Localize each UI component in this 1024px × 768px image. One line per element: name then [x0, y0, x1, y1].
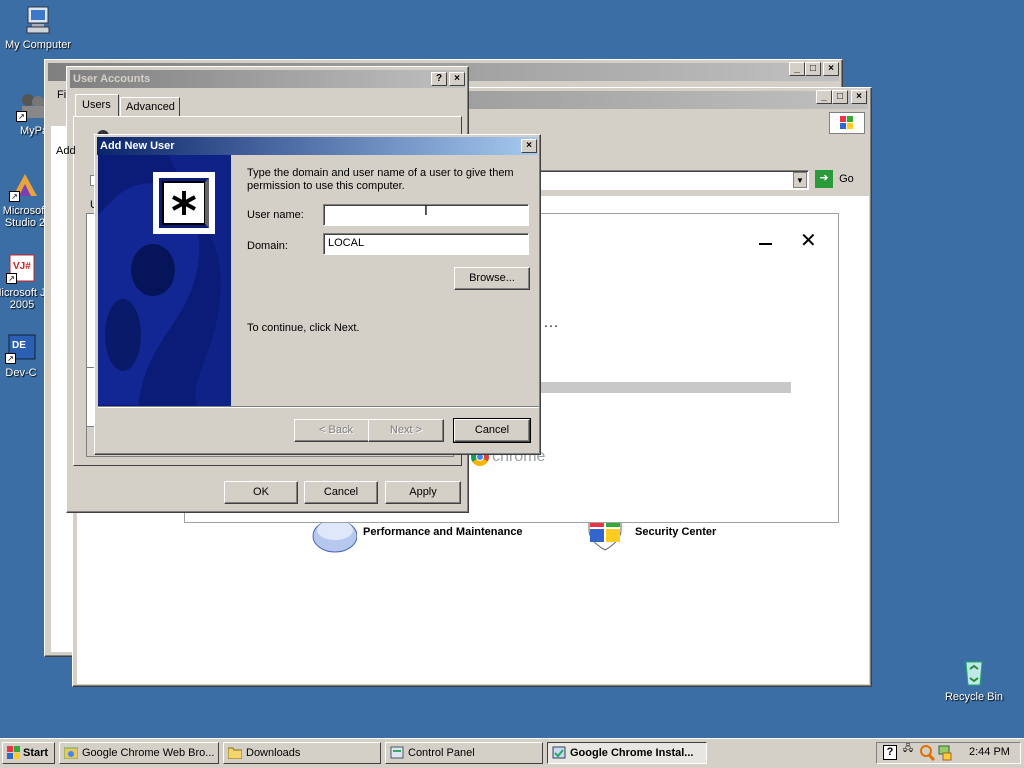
jsharp-icon: VJ# ↗: [6, 252, 38, 284]
desktop-icon-my-computer[interactable]: My Computer: [0, 4, 76, 51]
network-tray-icon[interactable]: 🖧: [903, 744, 913, 753]
user-key-icon: [153, 172, 215, 234]
desktop-icon-label: Recycle Bin: [944, 691, 1004, 703]
maximize-button[interactable]: □: [832, 90, 848, 104]
cancel-button[interactable]: Cancel: [304, 481, 378, 504]
close-icon[interactable]: ✕: [800, 231, 817, 251]
wizard-banner: [98, 155, 231, 406]
close-button[interactable]: ×: [823, 62, 839, 76]
start-button[interactable]: Start: [2, 742, 55, 764]
progress-ellipsis: …: [543, 314, 559, 331]
text-cursor-icon: I: [424, 202, 428, 218]
cancel-button[interactable]: Cancel: [453, 418, 531, 443]
windows-flag-icon: [7, 746, 21, 759]
desktop-icon-dev-cpp[interactable]: DE ↗ Dev-C: [0, 332, 46, 379]
installer-icon: [552, 746, 566, 759]
window-titlebar[interactable]: User Accounts: [70, 70, 465, 88]
category-label: Security Center: [635, 526, 717, 538]
go-button[interactable]: ➜ Go: [815, 170, 865, 190]
menu-fragment[interactable]: Fi: [57, 89, 66, 101]
system-tray: ? 🖧 2:44 PM: [876, 742, 1021, 764]
taskbar-item-control-panel[interactable]: Control Panel: [385, 742, 543, 764]
category-label: Performance and Maintenance: [363, 526, 523, 538]
apply-button[interactable]: Apply: [385, 481, 461, 504]
address-dropdown-button[interactable]: ▼: [793, 172, 807, 188]
taskbar: Start Google Chrome Web Bro... Downloads…: [0, 738, 1024, 768]
minimize-icon[interactable]: [759, 243, 772, 245]
browse-button[interactable]: Browse...: [454, 267, 530, 290]
taskbar-item-downloads[interactable]: Downloads: [223, 742, 381, 764]
folder-icon: [227, 746, 243, 760]
domain-input[interactable]: LOCAL: [323, 233, 529, 255]
window-title: User Accounts: [73, 73, 151, 85]
svg-text:VJ#: VJ#: [13, 261, 31, 272]
help-button[interactable]: ?: [431, 72, 447, 86]
close-button[interactable]: ×: [521, 139, 537, 153]
minimize-button[interactable]: _: [789, 62, 805, 76]
control-panel-icon: [390, 746, 404, 759]
window-title: Add New User: [100, 140, 175, 152]
desktop-icon-recycle-bin[interactable]: Recycle Bin: [936, 656, 1012, 703]
network-status-icon[interactable]: [937, 744, 953, 761]
continue-text: To continue, click Next.: [247, 322, 360, 334]
svg-text:DE: DE: [12, 340, 26, 351]
visual-studio-icon: ↗: [9, 170, 41, 202]
search-tray-icon[interactable]: [919, 744, 936, 762]
separator: [98, 406, 539, 408]
close-button[interactable]: ×: [449, 72, 465, 86]
install-progress-bar: [541, 382, 791, 393]
back-button[interactable]: < Back: [294, 419, 378, 442]
clock[interactable]: 2:44 PM: [969, 746, 1010, 758]
recycle-bin-icon: [958, 656, 990, 688]
close-button[interactable]: ×: [851, 90, 867, 104]
next-button[interactable]: Next >: [368, 419, 444, 442]
instruction-text: Type the domain and user name of a user …: [247, 167, 514, 192]
minimize-button[interactable]: _: [816, 90, 832, 104]
windows-logo-icon: [829, 112, 865, 134]
dev-cpp-icon: DE ↗: [5, 332, 37, 364]
go-arrow-icon: ➜: [815, 170, 833, 188]
window-titlebar[interactable]: Add New User: [97, 137, 538, 155]
help-tray-icon[interactable]: ?: [883, 745, 897, 760]
add-fragment: Add: [56, 145, 76, 157]
maximize-button[interactable]: □: [805, 62, 821, 76]
chrome-folder-icon: [63, 746, 79, 760]
desktop-icon-label: My Computer: [4, 39, 72, 51]
tab-advanced[interactable]: Advanced: [120, 97, 180, 116]
taskbar-item-chrome-web-browser[interactable]: Google Chrome Web Bro...: [59, 742, 219, 764]
computer-icon: [22, 4, 54, 36]
taskbar-item-chrome-installer[interactable]: Google Chrome Instal...: [547, 742, 707, 764]
add-new-user-dialog[interactable]: Add New User × Type the domain and user …: [94, 134, 541, 455]
ok-button[interactable]: OK: [224, 481, 298, 504]
tab-users[interactable]: Users: [75, 94, 119, 116]
domain-label: Domain:: [247, 240, 288, 252]
desktop-icon-label: Dev-C: [5, 367, 37, 379]
user-name-label: User name:: [247, 209, 304, 221]
